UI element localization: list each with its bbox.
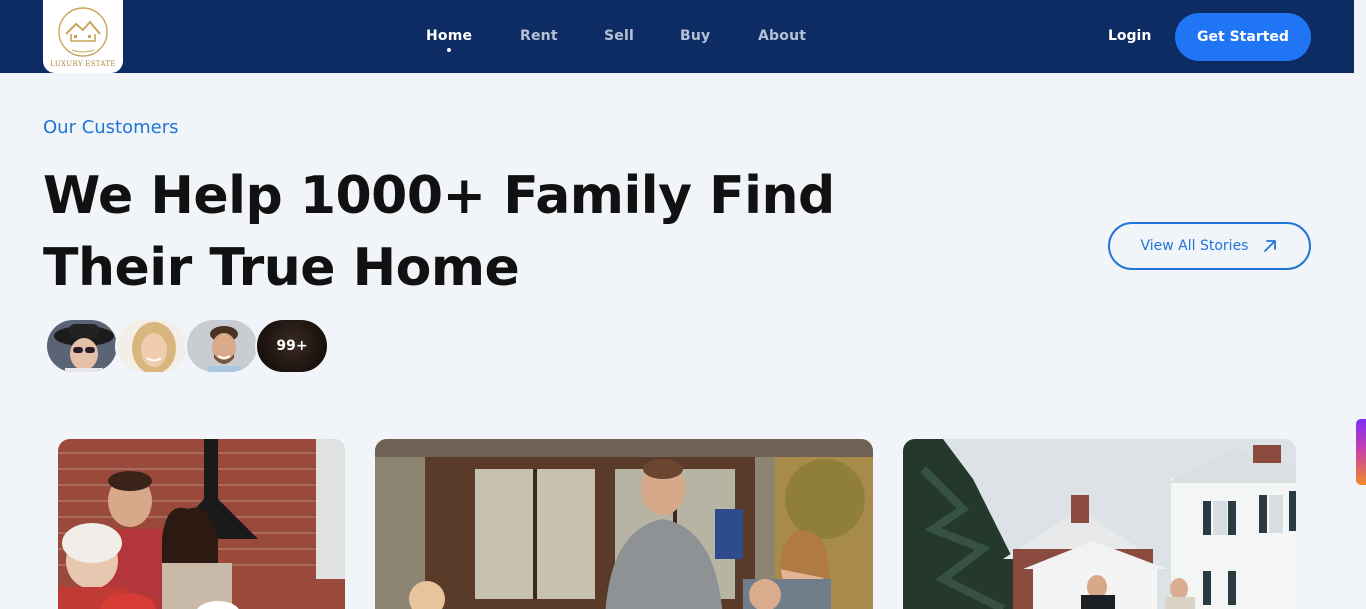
- top-navbar: LUXURY ESTATE Home Rent Sell Buy About L…: [0, 0, 1354, 73]
- family-house-photo: [903, 439, 1296, 609]
- active-indicator-dot: [447, 48, 451, 52]
- story-photo-card[interactable]: [58, 439, 345, 609]
- family-outdoor-photo: [375, 439, 873, 609]
- page-scrollbar[interactable]: [1354, 0, 1366, 609]
- avatar: [45, 318, 119, 374]
- get-started-button[interactable]: Get Started: [1175, 13, 1311, 61]
- avatar: [185, 318, 259, 374]
- nav-item-buy[interactable]: Buy: [680, 28, 710, 44]
- more-customers-badge[interactable]: 99+: [255, 318, 329, 374]
- view-all-stories-button[interactable]: View All Stories: [1108, 222, 1311, 270]
- story-photo-card[interactable]: [375, 439, 873, 609]
- family-kitchen-photo: [58, 439, 345, 609]
- login-link[interactable]: Login: [1108, 28, 1151, 44]
- section-eyebrow: Our Customers: [43, 117, 179, 138]
- nav-item-home[interactable]: Home: [426, 28, 472, 44]
- view-all-stories-label: View All Stories: [1140, 238, 1249, 254]
- avatar: [115, 318, 189, 374]
- more-customers-count: 99+: [276, 338, 308, 354]
- headline-line-2: Their True Home: [43, 238, 520, 298]
- scrollbar-thumb[interactable]: [1356, 419, 1366, 485]
- section-headline: We Help 1000+ Family Find Their True Hom…: [43, 160, 843, 304]
- nav-item-about[interactable]: About: [758, 28, 806, 44]
- nav-item-rent[interactable]: Rent: [520, 28, 558, 44]
- arrow-up-right-icon: [1264, 240, 1277, 252]
- nav-item-sell[interactable]: Sell: [604, 28, 634, 44]
- story-photo-card[interactable]: [903, 439, 1296, 609]
- headline-line-1: We Help 1000+ Family Find: [43, 166, 835, 226]
